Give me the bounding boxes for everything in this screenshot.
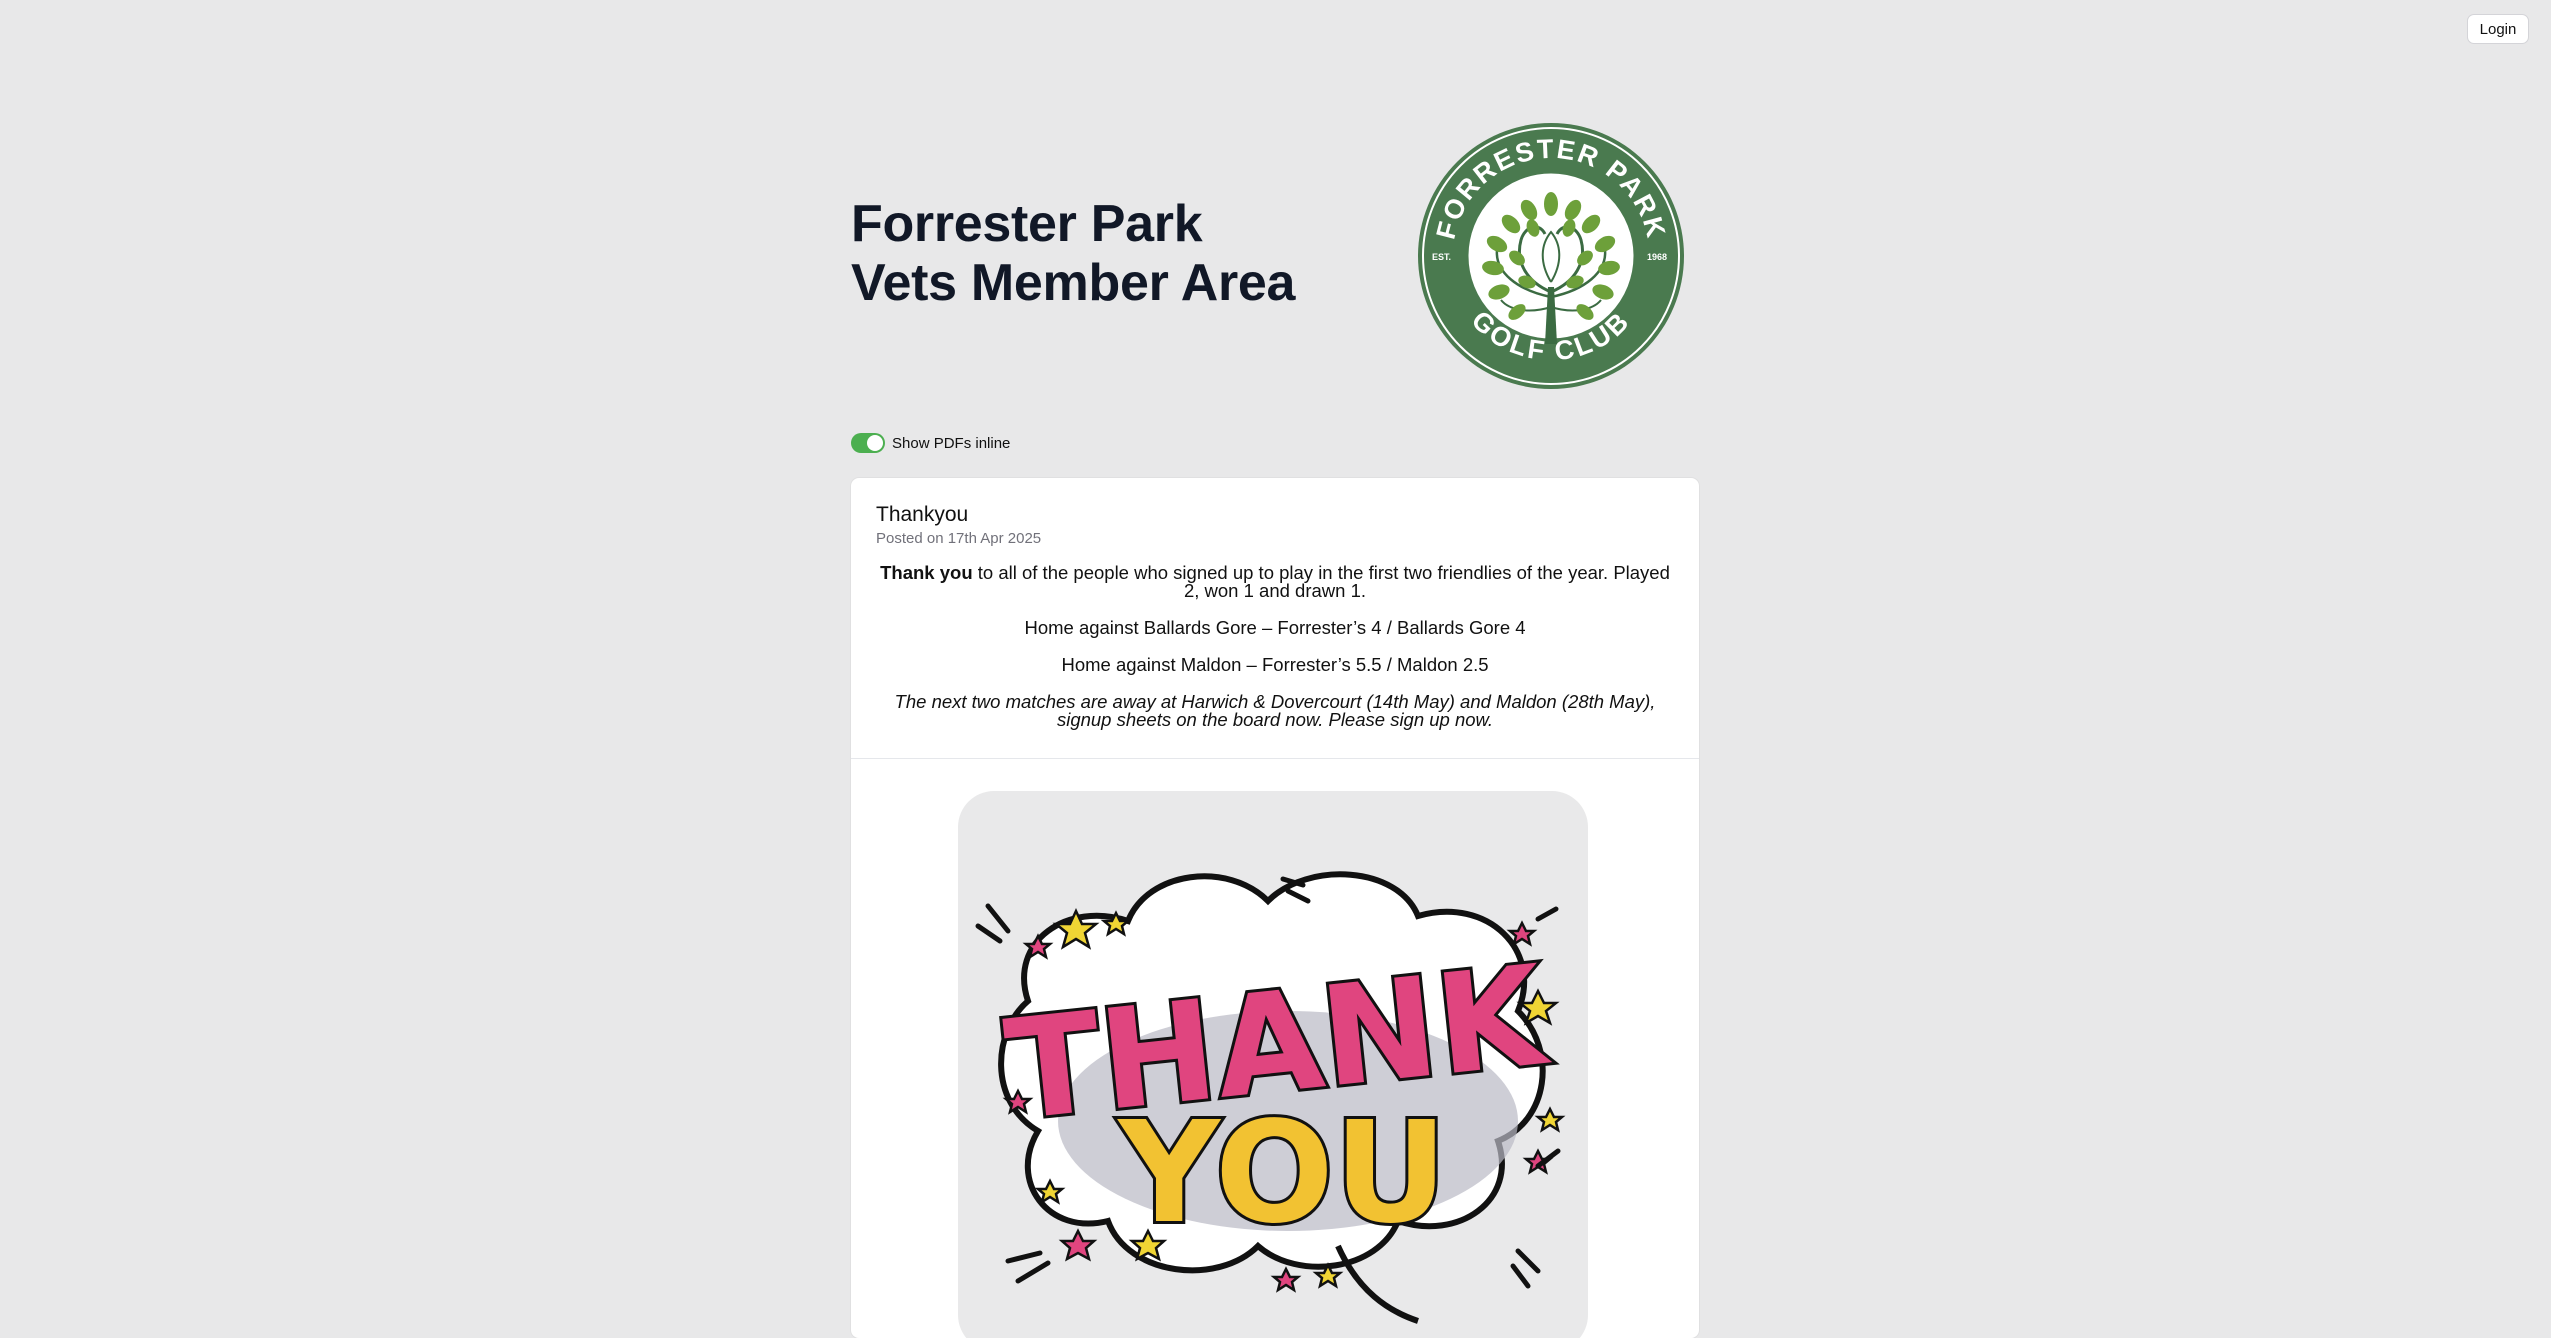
thank-you-illustration: THANK YOU xyxy=(975,871,1566,1324)
page-title: Forrester Park Vets Member Area xyxy=(851,195,1295,313)
post-intro-text: to all of the people who signed up to pl… xyxy=(972,562,1670,601)
toggle-knob xyxy=(867,435,883,451)
post-title: Thankyou xyxy=(876,503,969,526)
post-date: Posted on 17th Apr 2025 xyxy=(876,530,1042,547)
post-intro-bold: Thank you xyxy=(880,562,973,583)
you-text: YOU xyxy=(1116,1092,1447,1255)
show-pdfs-toggle[interactable] xyxy=(851,433,885,453)
post-body: Thank you to all of the people who signe… xyxy=(876,562,1674,730)
show-pdfs-label: Show PDFs inline xyxy=(892,434,1011,452)
post-next-matches: The next two matches are away at Harwich… xyxy=(894,691,1656,730)
hero: Forrester Park Vets Member Area FORRESTE… xyxy=(851,123,1701,400)
post-result-2: Home against Maldon – Forrester’s 5.5 / … xyxy=(1061,654,1489,675)
page-title-line-2: Vets Member Area xyxy=(851,254,1296,312)
logo-est-label: EST. xyxy=(1432,252,1451,262)
star-icon xyxy=(1534,1106,1566,1133)
post-result-1: Home against Ballards Gore – Forrester’s… xyxy=(1024,617,1526,638)
post-card: Thankyou Posted on 17th Apr 2025 Thank y… xyxy=(851,478,1699,1338)
divider xyxy=(851,758,1699,759)
post-image[interactable]: THANK YOU xyxy=(958,791,1588,1338)
logo-est-year: 1968 xyxy=(1647,252,1667,262)
login-button[interactable]: Login xyxy=(2467,14,2529,44)
page-title-line-1: Forrester Park xyxy=(851,195,1203,253)
club-logo: FORRESTER PARK GOLF CLUB EST. 1968 xyxy=(1418,123,1684,389)
star-icon xyxy=(1270,1266,1302,1293)
star-icon xyxy=(1058,1228,1098,1262)
post-intro: Thank you to all of the people who signe… xyxy=(876,562,1674,601)
show-pdfs-setting: Show PDFs inline xyxy=(851,432,1010,454)
